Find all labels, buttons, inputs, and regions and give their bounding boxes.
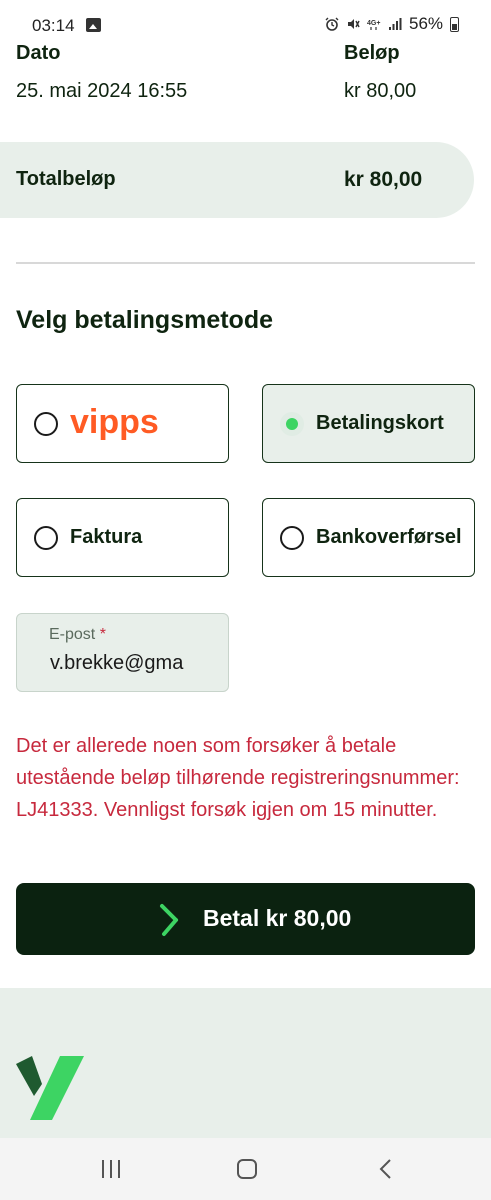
system-nav-bar bbox=[0, 1138, 491, 1200]
svg-text:4G+: 4G+ bbox=[367, 20, 380, 27]
gallery-notification-icon bbox=[86, 18, 101, 32]
home-icon[interactable] bbox=[236, 1158, 258, 1180]
radio-bank-transfer[interactable] bbox=[280, 526, 304, 550]
chevron-right-icon bbox=[160, 904, 178, 936]
pay-button-label: Betal kr 80,00 bbox=[203, 905, 352, 931]
status-icons: 4G+ 56% bbox=[325, 14, 460, 34]
total-value: kr 80,00 bbox=[344, 168, 423, 191]
total-label: Totalbeløp bbox=[16, 168, 116, 190]
amount-header: Beløp bbox=[344, 42, 400, 64]
total-box: Totalbeløp kr 80,00 bbox=[0, 142, 474, 218]
pay-button[interactable]: Betal kr 80,00 bbox=[16, 883, 475, 955]
radio-card[interactable] bbox=[280, 412, 304, 436]
radio-invoice[interactable] bbox=[34, 526, 58, 550]
date-header: Dato bbox=[16, 42, 61, 64]
status-time: 03:14 bbox=[32, 16, 75, 35]
recent-apps-icon[interactable] bbox=[100, 1158, 122, 1180]
payment-option-card[interactable]: Betalingskort bbox=[262, 384, 475, 463]
footer bbox=[0, 988, 491, 1138]
date-value: 25. mai 2024 16:55 bbox=[16, 80, 188, 102]
back-icon[interactable] bbox=[376, 1158, 398, 1180]
email-field[interactable]: E-post * bbox=[16, 613, 229, 692]
battery-icon bbox=[450, 16, 460, 32]
bank-transfer-label: Bankoverførsel bbox=[316, 526, 462, 548]
vipps-logo-text: vipps bbox=[70, 403, 159, 441]
invoice-label: Faktura bbox=[70, 526, 143, 548]
payment-option-vipps[interactable]: vipps bbox=[16, 384, 229, 463]
required-mark: * bbox=[99, 626, 106, 643]
mute-icon bbox=[348, 19, 360, 29]
payment-method-title: Velg betalingsmetode bbox=[16, 306, 274, 334]
status-bar: 03:14 4G+ 56% bbox=[0, 0, 491, 52]
brand-logo-icon bbox=[16, 1056, 84, 1120]
payment-option-bank-transfer[interactable]: Bankoverførsel bbox=[262, 498, 475, 577]
vipps-logo-icon: vipps bbox=[70, 403, 159, 441]
network-4g-icon: 4G+ bbox=[367, 20, 380, 30]
radio-vipps[interactable] bbox=[34, 412, 58, 436]
email-label: E-post * bbox=[49, 626, 106, 643]
error-message: Det er allerede noen som forsøker å beta… bbox=[16, 735, 460, 821]
divider bbox=[16, 262, 475, 264]
payment-option-invoice[interactable]: Faktura bbox=[16, 498, 229, 577]
email-input[interactable] bbox=[50, 652, 220, 675]
alarm-icon bbox=[325, 17, 339, 31]
card-label: Betalingskort bbox=[316, 412, 444, 434]
amount-value: kr 80,00 bbox=[344, 80, 417, 102]
signal-icon bbox=[389, 18, 402, 30]
battery-percent: 56% bbox=[409, 14, 444, 33]
